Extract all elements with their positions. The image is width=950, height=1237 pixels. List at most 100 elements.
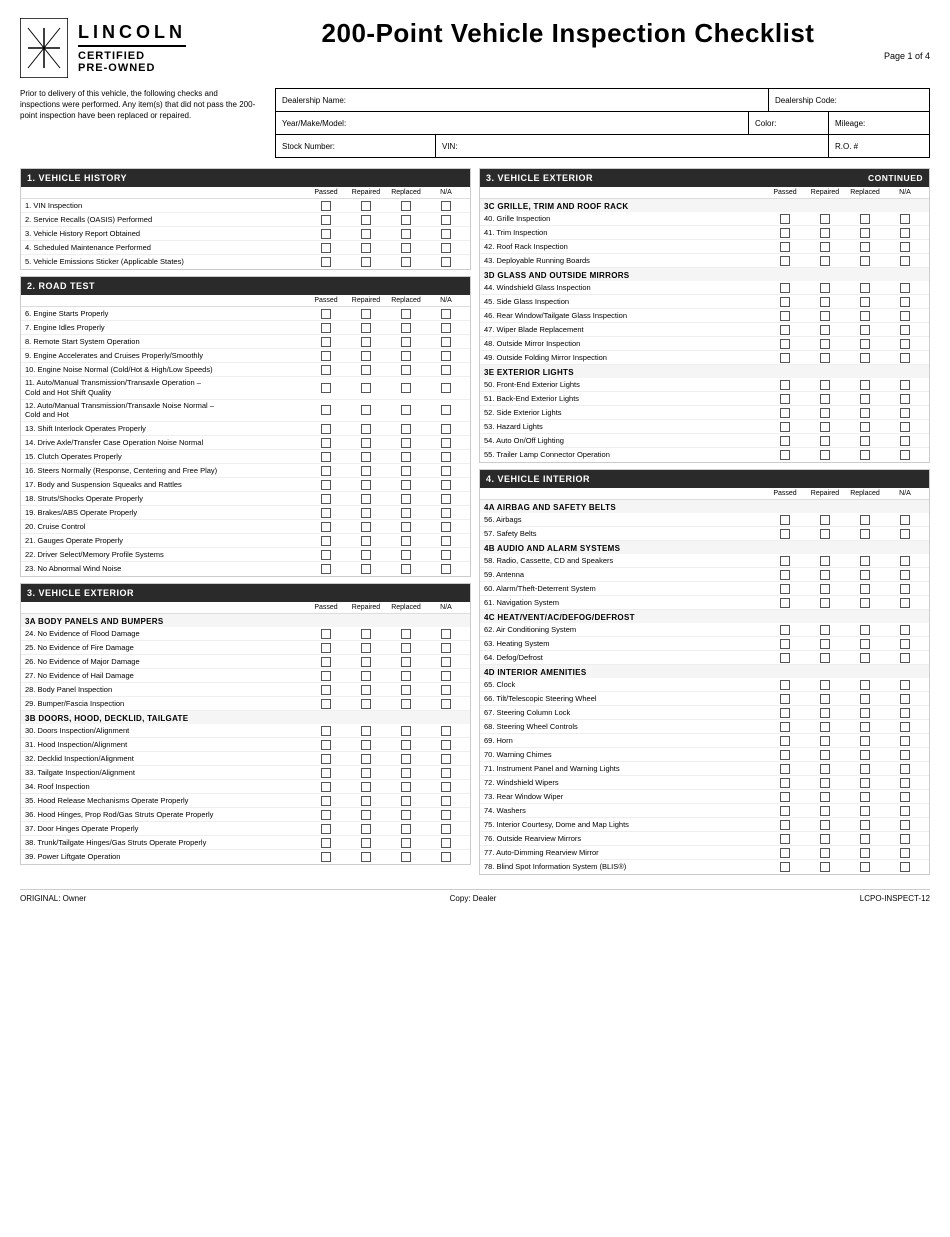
checkbox[interactable] [441,438,451,448]
checkbox[interactable] [860,353,870,363]
checkbox[interactable] [321,629,331,639]
checkbox[interactable] [820,256,830,266]
checkbox[interactable] [780,325,790,335]
checkbox[interactable] [441,309,451,319]
checkbox[interactable] [860,598,870,608]
checkbox[interactable] [780,834,790,844]
checkbox[interactable] [361,522,371,532]
checkbox[interactable] [361,201,371,211]
checkbox[interactable] [401,685,411,695]
checkbox[interactable] [900,598,910,608]
checkbox[interactable] [321,824,331,834]
checkbox[interactable] [441,768,451,778]
checkbox[interactable] [321,424,331,434]
checkbox[interactable] [860,736,870,746]
checkbox[interactable] [860,639,870,649]
checkbox[interactable] [321,201,331,211]
checkbox[interactable] [900,806,910,816]
checkbox[interactable] [361,754,371,764]
checkbox[interactable] [780,639,790,649]
checkbox[interactable] [820,639,830,649]
checkbox[interactable] [860,311,870,321]
checkbox[interactable] [780,311,790,321]
checkbox[interactable] [321,671,331,681]
checkbox[interactable] [860,228,870,238]
checkbox[interactable] [321,852,331,862]
checkbox[interactable] [361,852,371,862]
checkbox[interactable] [860,422,870,432]
checkbox[interactable] [780,339,790,349]
checkbox[interactable] [900,353,910,363]
checkbox[interactable] [860,556,870,566]
checkbox[interactable] [820,353,830,363]
checkbox[interactable] [900,680,910,690]
checkbox[interactable] [860,680,870,690]
checkbox[interactable] [820,436,830,446]
checkbox[interactable] [401,671,411,681]
checkbox[interactable] [900,529,910,539]
checkbox[interactable] [780,598,790,608]
checkbox[interactable] [860,436,870,446]
checkbox[interactable] [860,584,870,594]
checkbox[interactable] [900,694,910,704]
checkbox[interactable] [900,653,910,663]
checkbox[interactable] [361,685,371,695]
checkbox[interactable] [820,515,830,525]
checkbox[interactable] [321,810,331,820]
checkbox[interactable] [361,243,371,253]
checkbox[interactable] [820,422,830,432]
checkbox[interactable] [441,494,451,504]
checkbox[interactable] [820,380,830,390]
checkbox[interactable] [401,383,411,393]
checkbox[interactable] [820,778,830,788]
checkbox[interactable] [401,337,411,347]
checkbox[interactable] [321,365,331,375]
checkbox[interactable] [820,394,830,404]
checkbox[interactable] [900,515,910,525]
checkbox[interactable] [780,848,790,858]
checkbox[interactable] [780,694,790,704]
checkbox[interactable] [780,283,790,293]
checkbox[interactable] [441,201,451,211]
checkbox[interactable] [361,438,371,448]
checkbox[interactable] [820,792,830,802]
checkbox[interactable] [900,820,910,830]
checkbox[interactable] [820,820,830,830]
checkbox[interactable] [820,834,830,844]
checkbox[interactable] [401,480,411,490]
checkbox[interactable] [441,657,451,667]
checkbox[interactable] [441,685,451,695]
checkbox[interactable] [820,694,830,704]
checkbox[interactable] [321,466,331,476]
checkbox[interactable] [401,508,411,518]
checkbox[interactable] [361,643,371,653]
checkbox[interactable] [780,256,790,266]
checkbox[interactable] [860,214,870,224]
checkbox[interactable] [321,337,331,347]
checkbox[interactable] [780,778,790,788]
checkbox[interactable] [321,257,331,267]
checkbox[interactable] [321,452,331,462]
checkbox[interactable] [860,394,870,404]
checkbox[interactable] [401,424,411,434]
checkbox[interactable] [441,699,451,709]
checkbox[interactable] [321,494,331,504]
checkbox[interactable] [401,782,411,792]
checkbox[interactable] [321,243,331,253]
checkbox[interactable] [900,848,910,858]
checkbox[interactable] [441,536,451,546]
checkbox[interactable] [860,862,870,872]
checkbox[interactable] [820,408,830,418]
checkbox[interactable] [900,764,910,774]
checkbox[interactable] [441,243,451,253]
checkbox[interactable] [361,657,371,667]
checkbox[interactable] [860,297,870,307]
checkbox[interactable] [321,726,331,736]
checkbox[interactable] [900,584,910,594]
checkbox[interactable] [361,671,371,681]
checkbox[interactable] [321,508,331,518]
checkbox[interactable] [860,694,870,704]
checkbox[interactable] [820,311,830,321]
checkbox[interactable] [441,810,451,820]
checkbox[interactable] [441,796,451,806]
